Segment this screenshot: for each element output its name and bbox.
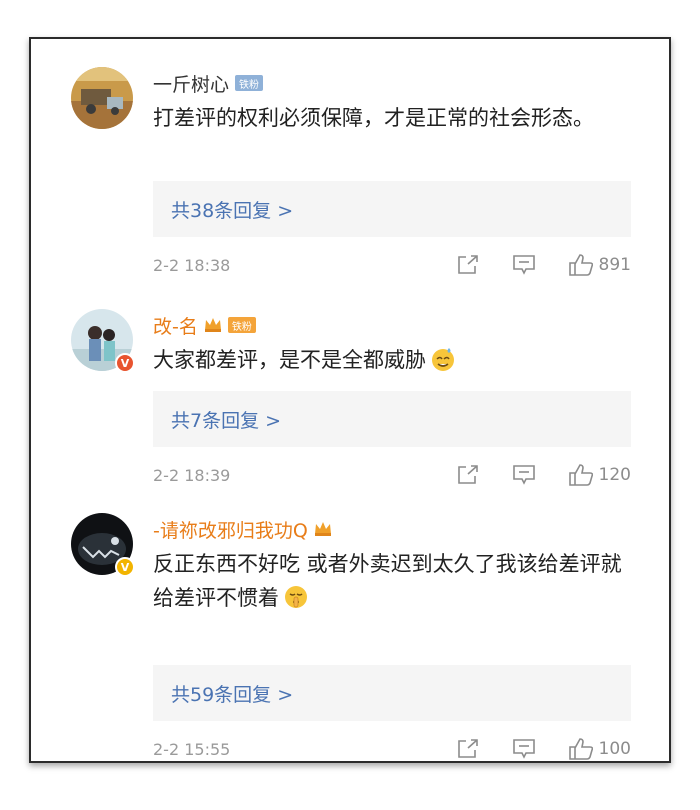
comment-text-content: 反正东西不好吃 或者外卖迟到太久了我该给差评就给差评不惯着 bbox=[153, 552, 622, 610]
comment-meta: 2-2 18:39 120 bbox=[153, 463, 631, 487]
reply-box[interactable]: 共59条回复 > bbox=[153, 665, 631, 721]
share-icon[interactable] bbox=[457, 465, 479, 485]
comment-text: 反正东西不好吃 或者外卖迟到太久了我该给差评就给差评不惯着 bbox=[153, 547, 631, 615]
timestamp: 2-2 15:55 bbox=[153, 739, 231, 759]
thumbs-up-icon bbox=[568, 254, 593, 276]
share-icon[interactable] bbox=[457, 739, 479, 759]
comment-text: 打差评的权利必须保障，才是正常的社会形态。 bbox=[153, 106, 594, 130]
thumbs-up-icon bbox=[568, 738, 593, 760]
crown-icon bbox=[204, 317, 222, 333]
like-count: 100 bbox=[598, 739, 631, 759]
reply-box[interactable]: 共38条回复 > bbox=[153, 181, 631, 237]
reply-count-link[interactable]: 共7条回复 > bbox=[171, 406, 281, 433]
fan-badge: 铁粉 bbox=[235, 75, 264, 91]
avatar[interactable]: V bbox=[71, 309, 135, 373]
comment-text-content: 大家都差评，是不是全都威胁 bbox=[153, 348, 426, 372]
share-icon[interactable] bbox=[457, 255, 479, 275]
verified-badge-icon: V bbox=[115, 353, 135, 373]
comment-meta: 2-2 18:38 891 bbox=[153, 253, 631, 277]
comment-icon[interactable] bbox=[512, 255, 535, 275]
verified-badge-icon: V bbox=[115, 557, 135, 577]
reply-count-link[interactable]: 共59条回复 > bbox=[171, 680, 293, 707]
like-button[interactable]: 120 bbox=[568, 464, 631, 486]
comment-icon[interactable] bbox=[512, 739, 535, 759]
username[interactable]: -请祢改邪归我功Q bbox=[153, 516, 308, 543]
timestamp: 2-2 18:38 bbox=[153, 255, 231, 275]
thumbs-up-icon bbox=[568, 464, 593, 486]
reply-box[interactable]: 共7条回复 > bbox=[153, 391, 631, 447]
like-button[interactable]: 891 bbox=[568, 254, 631, 276]
avatar[interactable] bbox=[71, 67, 133, 129]
comment-list: 一斤树心 铁粉 打差评的权利必须保障，才是正常的社会形态。 共38条回复 > 2… bbox=[29, 37, 671, 763]
like-count: 891 bbox=[598, 255, 631, 275]
shush-emoji bbox=[285, 586, 307, 608]
reply-count-link[interactable]: 共38条回复 > bbox=[171, 196, 293, 223]
comment-text: 大家都差评，是不是全都威胁 bbox=[153, 343, 631, 377]
timestamp: 2-2 18:39 bbox=[153, 465, 231, 485]
comment-icon[interactable] bbox=[512, 465, 535, 485]
avatar[interactable]: V bbox=[71, 513, 135, 577]
username[interactable]: 一斤树心 bbox=[153, 70, 229, 97]
username[interactable]: 改-名 bbox=[153, 312, 198, 339]
sweat-smile-emoji bbox=[432, 348, 454, 371]
comment-meta: 2-2 15:55 100 bbox=[153, 737, 631, 761]
fan-badge: 铁粉 bbox=[227, 317, 256, 333]
crown-icon bbox=[314, 521, 332, 537]
like-count: 120 bbox=[598, 465, 631, 485]
like-button[interactable]: 100 bbox=[568, 738, 631, 760]
